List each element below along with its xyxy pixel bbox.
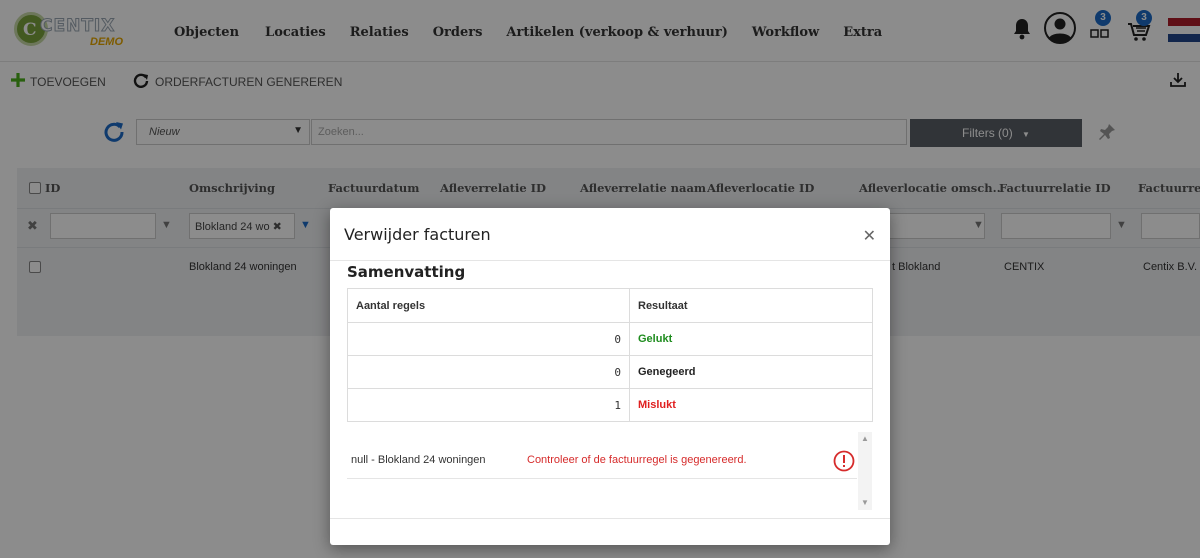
summary-header-row: Aantal regels Resultaat (347, 288, 873, 323)
summary-heading: Samenvatting (347, 263, 466, 281)
ignored-count: 0 (347, 355, 630, 389)
scroll-down-icon[interactable]: ▼ (861, 498, 869, 507)
log-item: null - Blokland 24 woningen (351, 454, 486, 466)
summary-table: Aantal regels Resultaat 0 Gelukt 0 Geneg… (347, 288, 873, 422)
success-count: 0 (347, 322, 630, 356)
failed-count: 1 (347, 388, 630, 422)
summary-header-result: Resultaat (629, 288, 873, 323)
failed-label: Mislukt (629, 388, 873, 422)
log-scrollbar[interactable]: ▲ ▼ (858, 432, 872, 510)
summary-row-failed: 1 Mislukt (347, 388, 873, 422)
summary-header-count: Aantal regels (347, 288, 630, 323)
summary-row-success: 0 Gelukt (347, 322, 873, 356)
scroll-up-icon[interactable]: ▲ (861, 434, 869, 443)
log-row-separator (347, 478, 857, 479)
success-label: Gelukt (629, 322, 873, 356)
dialog-footer-separator (330, 518, 890, 519)
close-icon[interactable]: ✕ (863, 226, 876, 246)
log-message: Controleer of de factuurregel is gegener… (527, 454, 747, 466)
ignored-label: Genegeerd (629, 355, 873, 389)
dialog-title: Verwijder facturen (344, 225, 491, 244)
delete-invoices-dialog: Verwijder facturen ✕ Samenvatting Aantal… (330, 208, 890, 545)
dialog-header-separator (330, 260, 890, 261)
alert-circle-icon (833, 450, 855, 475)
error-log: null - Blokland 24 woningen Controleer o… (347, 432, 872, 510)
summary-row-ignored: 0 Genegeerd (347, 355, 873, 389)
